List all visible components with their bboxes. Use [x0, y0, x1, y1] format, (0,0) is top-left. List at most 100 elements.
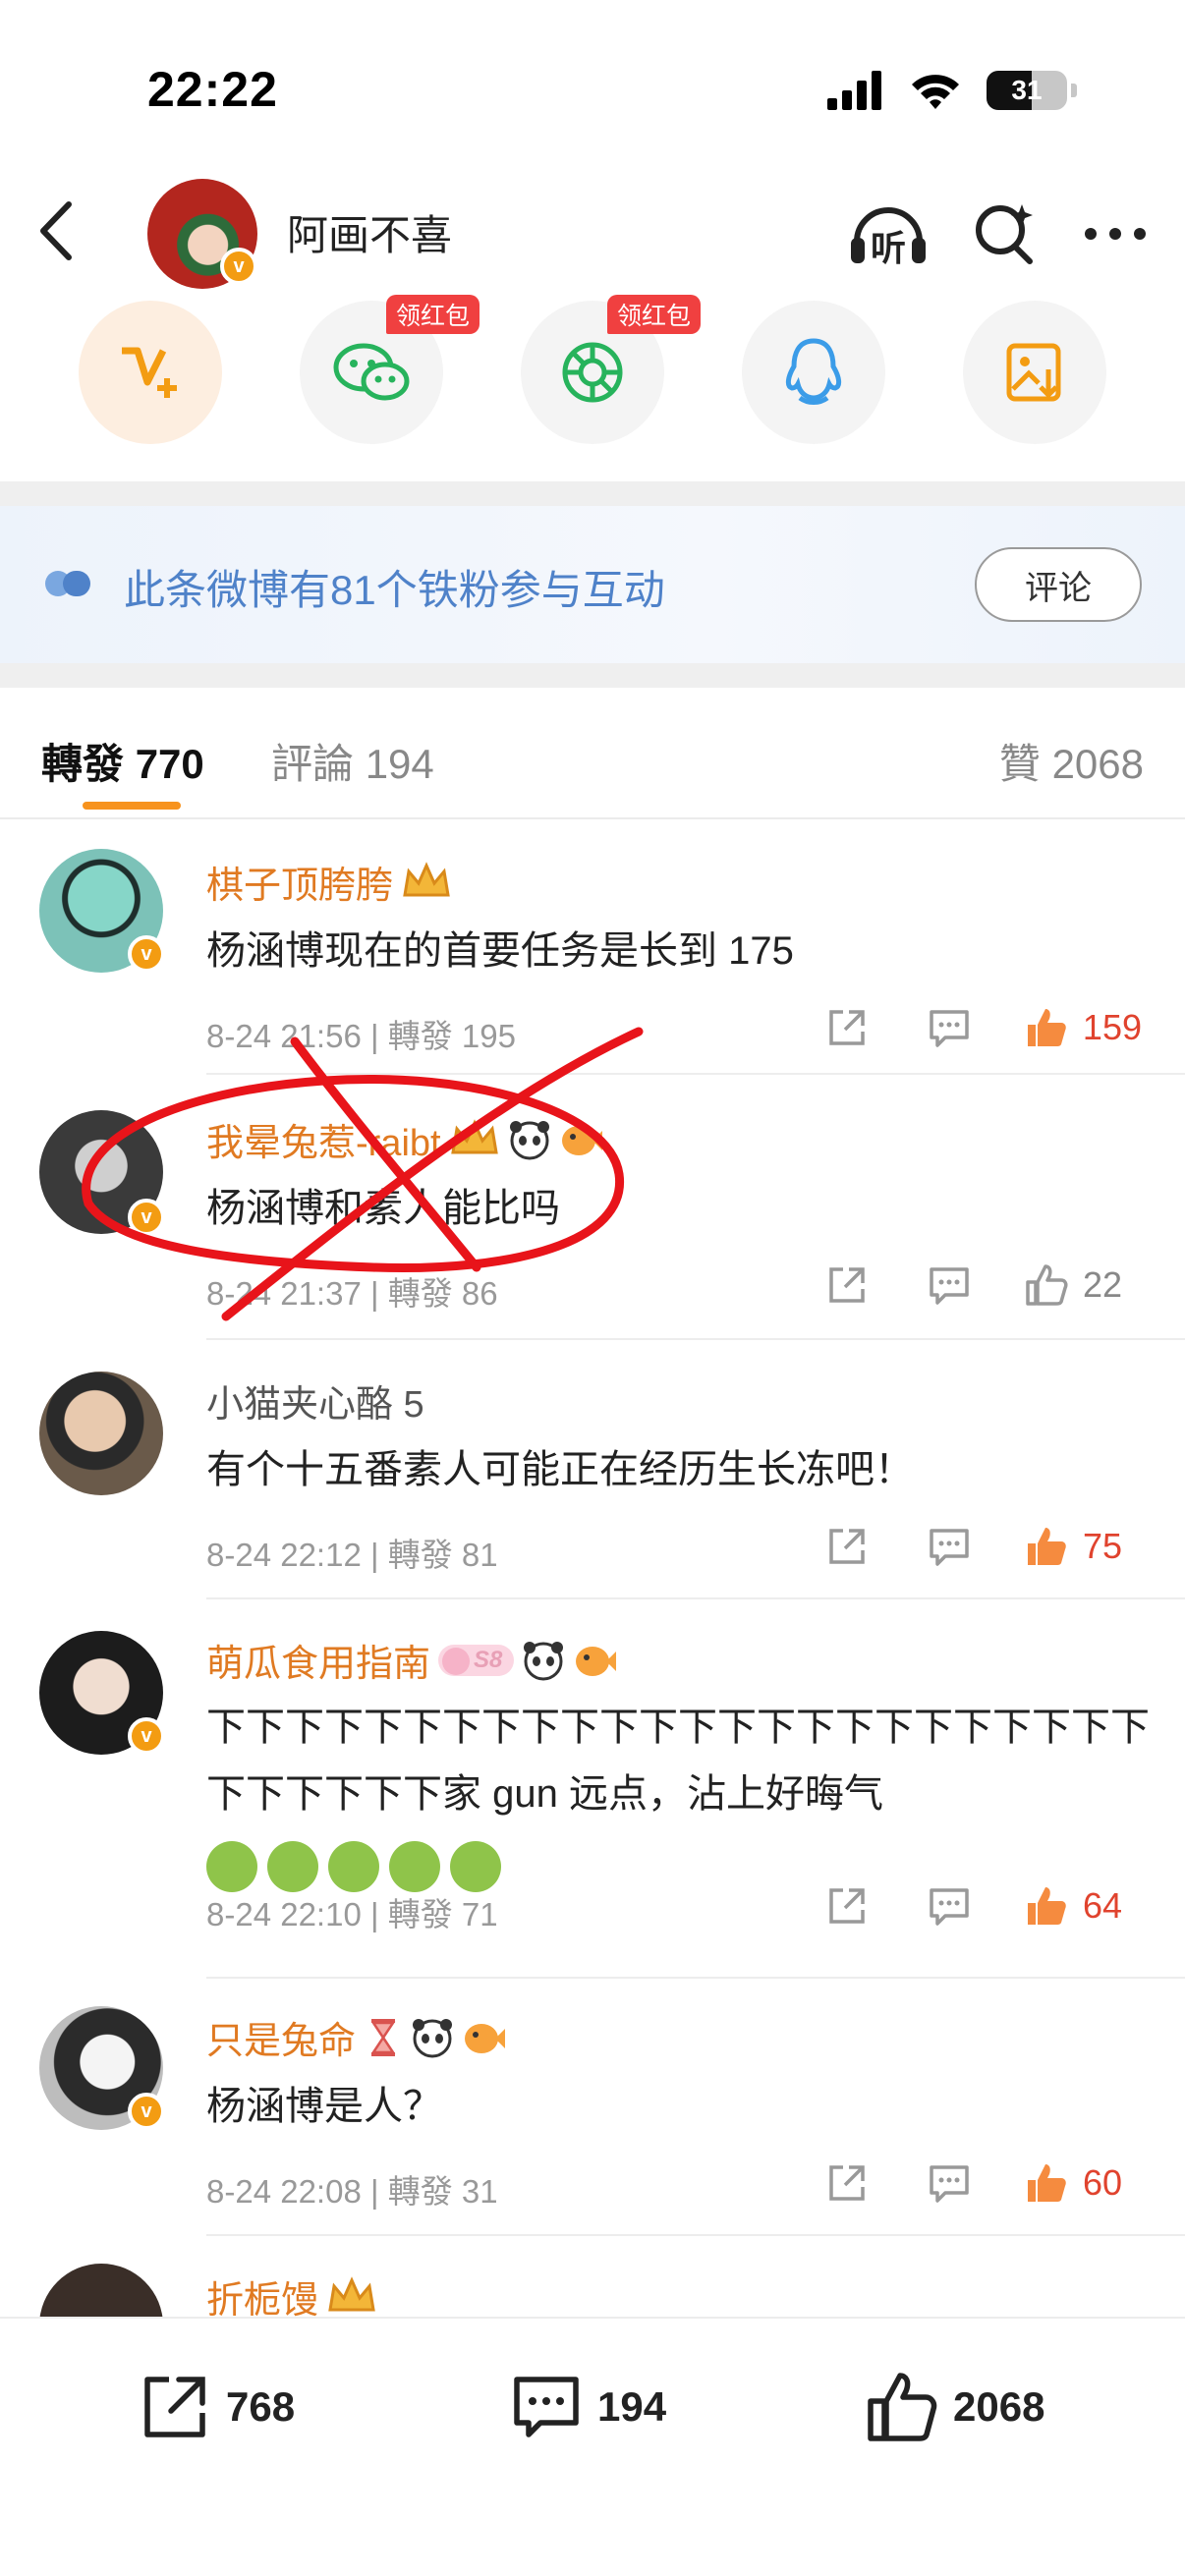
- qq-icon: [785, 338, 842, 405]
- like-count: 75: [1083, 1526, 1123, 1566]
- comment-repost: 轉發 86: [387, 1275, 498, 1312]
- search-icon[interactable]: [971, 198, 1040, 267]
- moments-share-button[interactable]: 领红包: [521, 295, 702, 444]
- panda-icon: [509, 1120, 549, 1159]
- author-name[interactable]: 阿画不喜: [287, 202, 452, 262]
- like-button[interactable]: 159: [1024, 1005, 1142, 1050]
- like-icon: [1028, 1887, 1066, 1925]
- author-name: 只是兔命: [206, 2021, 357, 2062]
- comment-author[interactable]: 折栀馒: [206, 2269, 377, 2317]
- comment-icon: [514, 2377, 579, 2437]
- banner-comment-button[interactable]: 评论: [975, 547, 1142, 622]
- comment-repost: 轉發 31: [387, 2173, 498, 2210]
- level-badge-text: S8: [474, 1646, 503, 1673]
- more-icon[interactable]: [1081, 198, 1150, 267]
- like-count: 64: [1083, 1885, 1123, 1926]
- comment-meta: 8-24 22:10 | 轉發 71: [206, 1896, 498, 1932]
- like-button[interactable]: 64: [1024, 1883, 1142, 1929]
- comment-actions: 64: [823, 1882, 1142, 1930]
- comment-icon[interactable]: [926, 2159, 973, 2207]
- share-icon[interactable]: [823, 1523, 871, 1570]
- verified-badge-icon: v: [128, 935, 165, 973]
- repost-count: 768: [226, 2383, 296, 2430]
- level-badge: S8: [438, 1644, 515, 1676]
- back-icon[interactable]: [29, 196, 88, 265]
- comment-actions: 75: [823, 1523, 1142, 1570]
- tab-repost-label: 轉發: [41, 741, 125, 787]
- like-count: 2068: [953, 2383, 1045, 2430]
- avatar[interactable]: [39, 2264, 163, 2317]
- comment-icon[interactable]: [926, 1882, 973, 1930]
- fans-icon: [45, 571, 90, 596]
- tab-repost-count: 770: [135, 741, 204, 787]
- share-icon[interactable]: [823, 2159, 871, 2207]
- crown-icon: [403, 861, 450, 896]
- tab-like[interactable]: 贊 2068: [999, 731, 1144, 791]
- comment-icon[interactable]: [926, 1004, 973, 1051]
- section-gap: [0, 481, 1185, 506]
- crown-icon: [450, 1118, 498, 1153]
- vplus-icon: [122, 347, 177, 398]
- share-icon[interactable]: [823, 1882, 871, 1930]
- comment-repost: 轉發 71: [387, 1896, 498, 1932]
- like-count: 60: [1083, 2162, 1123, 2203]
- nav-actions: 听: [847, 198, 1150, 268]
- tab-comment-label: 評論: [271, 741, 355, 787]
- comment-meta: 8-24 21:37 | 轉發 86: [206, 1275, 498, 1312]
- share-icon: [144, 2377, 205, 2437]
- like-button[interactable]: 75: [1024, 1524, 1142, 1569]
- tab-comment[interactable]: 評論 194: [271, 731, 434, 791]
- like-icon: [1028, 2164, 1066, 2202]
- comment-date: 8-24 22:08: [206, 2173, 362, 2210]
- list-item: 小猫夹心酪 5 有个十五番素人可能正在经历生长冻吧！ 8-24 22:12 | …: [0, 1364, 1185, 1599]
- listen-button[interactable]: 听: [847, 198, 930, 268]
- like-button[interactable]: 22: [1024, 1262, 1142, 1308]
- share-icon[interactable]: [823, 1004, 871, 1051]
- tab-comment-count: 194: [365, 741, 434, 787]
- verified-badge-icon: v: [128, 1199, 165, 1236]
- comment-button[interactable]: 194: [509, 2370, 666, 2444]
- comment-author[interactable]: 棋子顶胯胯: [206, 855, 452, 909]
- share-row: 领红包 领红包: [0, 295, 1185, 478]
- comment-author[interactable]: 萌瓜食用指南 S8: [206, 1633, 618, 1687]
- comment-count: 194: [597, 2383, 667, 2430]
- comment-meta: 8-24 22:08 | 轉發 31: [206, 2173, 498, 2210]
- status-bar: 22:22 31: [0, 0, 1185, 167]
- comment-author[interactable]: 我晕兔惹-raibt: [206, 1112, 604, 1166]
- tab-like-label: 贊: [998, 741, 1041, 787]
- status-time: 22:22: [147, 62, 278, 117]
- panda-icon: [524, 1641, 564, 1680]
- comment-text: 下下下下下下下下下下下下下下下下下下下下下下下下下下下下下下家 gun 远点，沾…: [206, 1694, 1156, 1898]
- like-button[interactable]: 60: [1024, 2160, 1142, 2206]
- sick-face-icon: [389, 1841, 440, 1893]
- divider: [206, 1597, 1185, 1599]
- panda-icon: [413, 2018, 453, 2057]
- comment-author[interactable]: 只是兔命: [206, 2010, 507, 2064]
- tab-repost[interactable]: 轉發 770: [41, 731, 204, 791]
- vplus-share-button[interactable]: [79, 301, 222, 444]
- save-image-button[interactable]: [963, 301, 1106, 444]
- battery-indicator: 31: [987, 71, 1067, 110]
- red-packet-badge-2: 领红包: [607, 295, 702, 334]
- comment-icon[interactable]: [926, 1261, 973, 1309]
- qq-share-button[interactable]: [742, 301, 885, 444]
- avatar[interactable]: [39, 1372, 163, 1495]
- wechat-share-button[interactable]: 领红包: [300, 295, 480, 444]
- author-name: 折栀馒: [206, 2280, 319, 2317]
- repost-button[interactable]: 768: [138, 2370, 295, 2444]
- comment-date: 8-24 21:37: [206, 1275, 362, 1312]
- list-item: v 棋子顶胯胯 杨涵博现在的首要任务是长到 175 8-24 21:56 | 轉…: [0, 845, 1185, 1073]
- list-item: v 我晕兔惹-raibt 杨涵博和素人能比吗 8-24 21:37 | 轉發 8…: [0, 1100, 1185, 1336]
- comment-icon[interactable]: [926, 1523, 973, 1570]
- save-image-icon: [1006, 343, 1061, 402]
- like-button[interactable]: 2068: [865, 2370, 1044, 2444]
- tab-like-count: 2068: [1051, 741, 1144, 787]
- sick-face-icon: [328, 1841, 379, 1893]
- crown-icon: [328, 2275, 375, 2311]
- share-icon[interactable]: [823, 1261, 871, 1309]
- comment-author[interactable]: 小猫夹心酪 5: [206, 1373, 424, 1428]
- comment-repost: 轉發 195: [387, 1018, 516, 1054]
- nav-header: v 阿画不喜 听: [0, 167, 1185, 295]
- bottom-action-bar: 768 194 2068: [0, 2317, 1185, 2576]
- like-icon: [1027, 1009, 1066, 1046]
